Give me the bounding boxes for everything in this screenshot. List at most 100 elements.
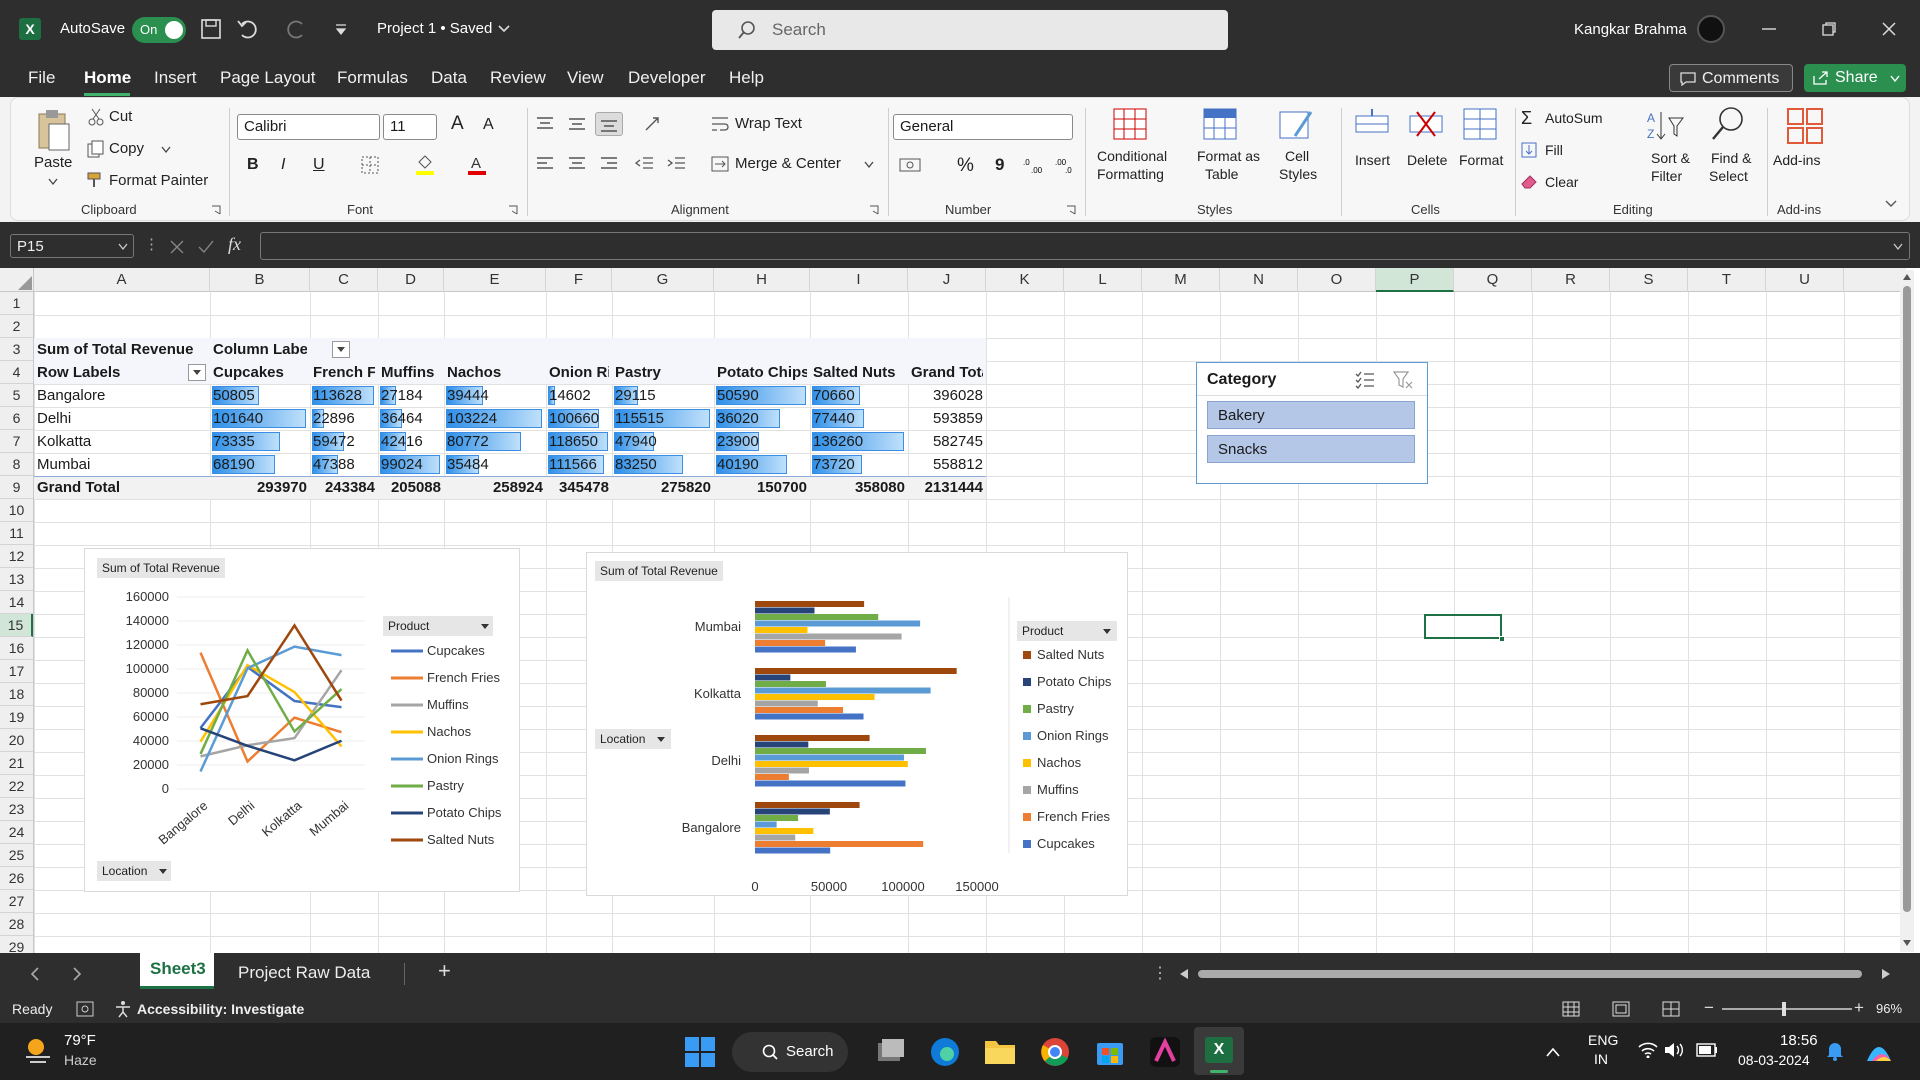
- pivot-value-cell[interactable]: 36464: [381, 407, 441, 430]
- pivot-column-header[interactable]: Salted Nuts: [813, 361, 905, 384]
- windows-start-icon[interactable]: [685, 1037, 715, 1067]
- align-center-icon[interactable]: [567, 156, 587, 172]
- pivot-value-cell[interactable]: 23900: [717, 430, 807, 453]
- row-header-26[interactable]: 26: [0, 867, 33, 890]
- user-name[interactable]: Kangkar Brahma: [1574, 21, 1687, 38]
- pivot-column-header[interactable]: Potato Chips: [717, 361, 807, 384]
- menu-page-layout[interactable]: Page Layout: [220, 68, 315, 88]
- pivot-value-cell[interactable]: 558812: [911, 453, 983, 476]
- comma-button[interactable]: 9: [995, 155, 1004, 175]
- format-cells-button[interactable]: Format: [1459, 152, 1503, 168]
- pivot-row-label[interactable]: Delhi: [37, 407, 207, 430]
- fill-color-icon[interactable]: [415, 154, 435, 176]
- column-header-l[interactable]: L: [1064, 268, 1142, 292]
- font-color-icon[interactable]: A: [467, 154, 487, 176]
- pivot-value-cell[interactable]: 118650: [549, 430, 609, 453]
- pivot-row-label[interactable]: Kolkatta: [37, 430, 207, 453]
- conditional-formatting-label-1[interactable]: Conditional: [1097, 148, 1167, 164]
- pivot-value-cell[interactable]: 99024: [381, 453, 441, 476]
- pivot-value-cell[interactable]: 593859: [911, 407, 983, 430]
- shrink-font-button[interactable]: A: [483, 116, 494, 134]
- column-header-a[interactable]: A: [34, 268, 210, 292]
- more-options-icon[interactable]: ⋮: [1152, 963, 1168, 983]
- row-header-17[interactable]: 17: [0, 660, 33, 683]
- multi-select-icon[interactable]: [1355, 371, 1375, 389]
- autosum-button[interactable]: AutoSum: [1545, 110, 1603, 126]
- horizontal-scrollbar[interactable]: [1178, 965, 1894, 983]
- pivot-value-cell[interactable]: 111566: [549, 453, 609, 476]
- chrome-icon[interactable]: [1040, 1037, 1070, 1067]
- search-box[interactable]: Search: [712, 10, 1228, 50]
- row-header-7[interactable]: 7: [0, 430, 33, 453]
- row-header-8[interactable]: 8: [0, 453, 33, 476]
- chevron-down-icon[interactable]: [864, 161, 874, 169]
- pivot-value-cell[interactable]: 582745: [911, 430, 983, 453]
- column-header-n[interactable]: N: [1220, 268, 1298, 292]
- customize-toolbar-icon[interactable]: [334, 22, 348, 36]
- column-header-c[interactable]: C: [310, 268, 378, 292]
- clock-date[interactable]: 08-03-2024: [1738, 1052, 1810, 1068]
- find-select-label-1[interactable]: Find &: [1711, 150, 1751, 166]
- pivot-value-cell[interactable]: 35484: [447, 453, 543, 476]
- row-header-23[interactable]: 23: [0, 798, 33, 821]
- minimize-icon[interactable]: [1762, 28, 1776, 32]
- clear-button[interactable]: Clear: [1545, 174, 1578, 190]
- chevron-down-icon[interactable]: [161, 146, 171, 154]
- column-header-e[interactable]: E: [444, 268, 546, 292]
- menu-view[interactable]: View: [567, 68, 604, 88]
- pivot-grand-total-cell[interactable]: 358080: [813, 476, 905, 499]
- zoom-out-button[interactable]: −: [1704, 998, 1714, 1018]
- row-header-15[interactable]: 15: [0, 614, 33, 637]
- language-indicator[interactable]: ENG: [1588, 1032, 1618, 1048]
- row-header-1[interactable]: 1: [0, 292, 33, 315]
- show-hidden-icons-icon[interactable]: [1546, 1047, 1560, 1057]
- sheet-tab-project-raw-data[interactable]: Project Raw Data: [238, 963, 370, 983]
- line-chart[interactable]: Sum of Total Revenue 160000 140000 120000 1…: [84, 548, 520, 892]
- normal-view-icon[interactable]: [1562, 1001, 1580, 1017]
- pivot-column-header[interactable]: Grand Total: [911, 361, 983, 384]
- row-header-18[interactable]: 18: [0, 683, 33, 706]
- menu-file[interactable]: File: [28, 68, 55, 88]
- arc-icon[interactable]: [1150, 1037, 1180, 1067]
- excel-taskbar-button[interactable]: X: [1194, 1027, 1244, 1075]
- column-header-p[interactable]: P: [1376, 268, 1454, 292]
- row-header-27[interactable]: 27: [0, 890, 33, 913]
- column-header-h[interactable]: H: [714, 268, 810, 292]
- pivot-column-header[interactable]: Pastry: [615, 361, 711, 384]
- store-icon[interactable]: [1095, 1037, 1125, 1067]
- wrap-text-button[interactable]: Wrap Text: [735, 115, 802, 132]
- align-middle-icon[interactable]: [567, 116, 587, 132]
- undo-icon[interactable]: [236, 18, 262, 40]
- row-header-11[interactable]: 11: [0, 522, 33, 545]
- page-layout-view-icon[interactable]: [1612, 1001, 1630, 1017]
- align-top-icon[interactable]: [535, 116, 555, 132]
- menu-home[interactable]: Home: [84, 68, 131, 88]
- zoom-level[interactable]: 96%: [1876, 1001, 1902, 1016]
- dialog-launcher-icon[interactable]: [211, 205, 221, 215]
- pivot-column-header[interactable]: Cupcakes: [213, 361, 307, 384]
- column-header-j[interactable]: J: [908, 268, 986, 292]
- row-header-4[interactable]: 4: [0, 361, 33, 384]
- formula-input[interactable]: [260, 232, 1910, 260]
- orientation-icon[interactable]: [643, 114, 663, 134]
- increase-indent-icon[interactable]: [667, 156, 687, 172]
- pivot-value-cell[interactable]: 50805: [213, 384, 307, 407]
- row-header-9[interactable]: 9: [0, 476, 33, 499]
- column-header-g[interactable]: G: [612, 268, 714, 292]
- pivot-value-cell[interactable]: 42416: [381, 430, 441, 453]
- percent-button[interactable]: %: [957, 155, 974, 177]
- pivot-grand-total-cell[interactable]: 293970: [213, 476, 307, 499]
- chevron-down-icon[interactable]: [48, 178, 58, 186]
- row-header-16[interactable]: 16: [0, 637, 33, 660]
- align-right-icon[interactable]: [599, 156, 619, 172]
- dialog-launcher-icon[interactable]: [869, 205, 879, 215]
- delete-cells-button[interactable]: Delete: [1407, 152, 1447, 168]
- column-header-d[interactable]: D: [378, 268, 444, 292]
- pivot-value-cell[interactable]: 101640: [213, 407, 307, 430]
- volume-icon[interactable]: [1664, 1042, 1684, 1058]
- sheet-tab-sheet3[interactable]: Sheet3: [140, 953, 214, 989]
- accounting-format-icon[interactable]: [899, 156, 921, 174]
- task-view-icon[interactable]: [876, 1037, 906, 1065]
- row-header-12[interactable]: 12: [0, 545, 33, 568]
- pivot-value-cell[interactable]: 73720: [813, 453, 905, 476]
